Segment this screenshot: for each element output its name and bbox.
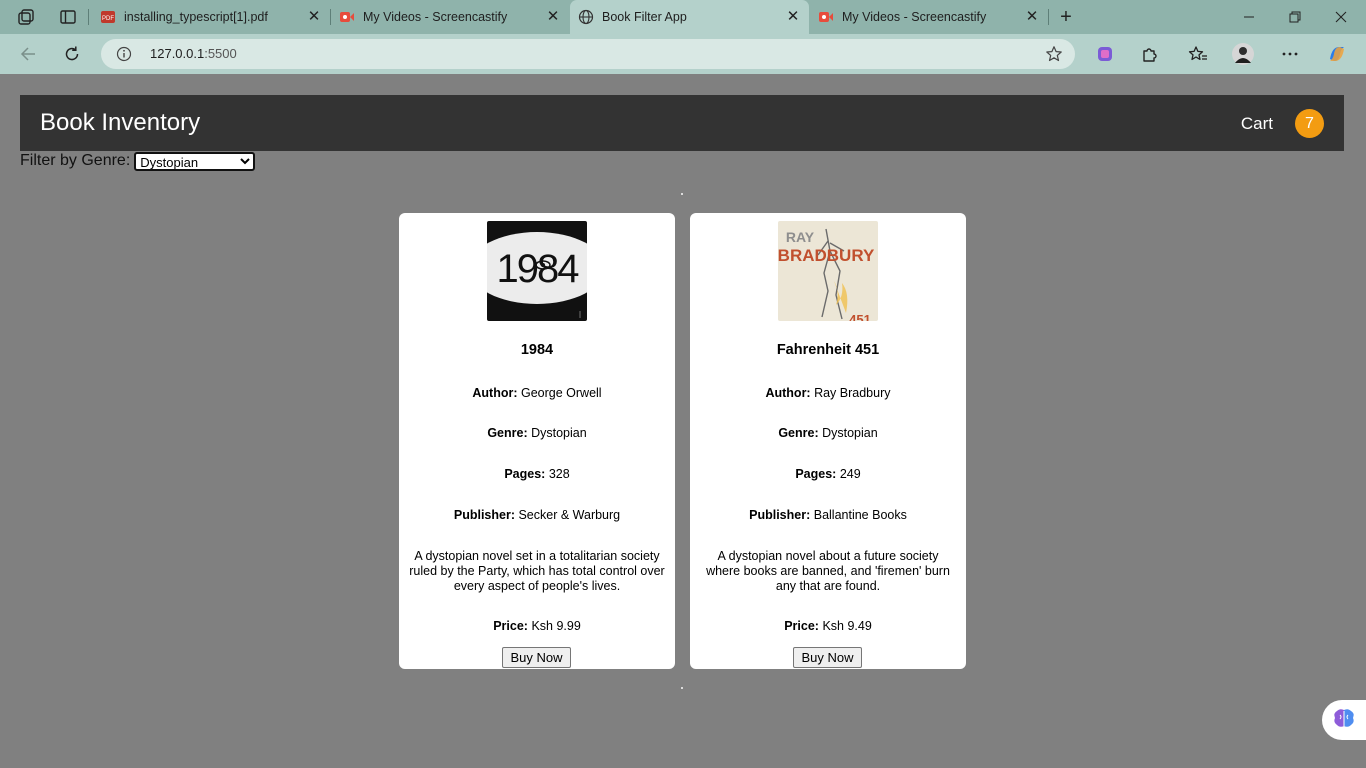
browser-tab-strip: PDF installing_typescript[1].pdf ✕ My Vi…: [0, 0, 1366, 34]
favorites-icon[interactable]: [1187, 43, 1209, 65]
copilot-icon[interactable]: [1326, 43, 1348, 65]
buy-now-button[interactable]: Buy Now: [502, 647, 571, 668]
author-value: Ray Bradbury: [814, 386, 891, 400]
genre-label: Genre:: [487, 426, 528, 440]
vertical-tabs-icon[interactable]: [57, 6, 79, 28]
book-author: Author: George Orwell: [399, 386, 675, 400]
book-cover-fahrenheit-451: RAY BRADBURY 451: [778, 221, 878, 321]
cover-number: 451: [849, 312, 871, 321]
buy-now-button[interactable]: Buy Now: [793, 647, 862, 668]
author-label: Author:: [765, 386, 811, 400]
publisher-value: Ballantine Books: [813, 508, 907, 522]
page-title: Book Inventory: [40, 109, 201, 136]
divider-dot: [681, 193, 683, 195]
restore-button[interactable]: [1272, 0, 1318, 34]
close-tab-icon[interactable]: ✕: [1024, 9, 1040, 25]
copilot-extension-icon[interactable]: [1094, 43, 1116, 65]
favorite-star-icon[interactable]: [1045, 45, 1063, 63]
author-value: George Orwell: [521, 386, 602, 400]
book-publisher: Publisher: Secker & Warburg: [399, 508, 675, 522]
minimize-button[interactable]: [1226, 0, 1272, 34]
close-tab-icon[interactable]: ✕: [545, 9, 561, 25]
site-info-icon[interactable]: [116, 46, 132, 62]
pages-value: 328: [548, 467, 570, 481]
copilot-sidebar-button[interactable]: [1322, 700, 1366, 740]
refresh-button[interactable]: [60, 42, 84, 66]
book-description: A dystopian novel about a future society…: [706, 549, 950, 593]
close-tab-icon[interactable]: ✕: [785, 9, 801, 25]
publisher-value: Secker & Warburg: [518, 508, 621, 522]
cover-title: 1984: [497, 247, 580, 291]
publisher-label: Publisher:: [453, 508, 515, 522]
genre-filter-label: Filter by Genre:: [20, 152, 131, 169]
divider-dot: [681, 687, 683, 689]
book-pages: Pages: 249: [690, 467, 966, 481]
tab-title: installing_typescript[1].pdf: [124, 10, 268, 24]
book-title: 1984: [520, 342, 554, 358]
url-text: 127.0.0.1:5500: [150, 46, 237, 61]
tab-separator: [1048, 9, 1049, 25]
genre-label: Genre:: [778, 426, 819, 440]
book-card: RAY BRADBURY 451 Fahrenheit 451 Author: …: [690, 213, 966, 669]
pages-label: Pages:: [504, 467, 546, 481]
publisher-label: Publisher:: [749, 508, 811, 522]
genre-select[interactable]: Dystopian: [134, 151, 256, 171]
tab-title: My Videos - Screencastify: [842, 10, 987, 24]
tab-screencastify[interactable]: My Videos - Screencastify ✕: [810, 0, 1048, 34]
cart-label[interactable]: Cart: [1241, 114, 1273, 134]
cover-author-first: RAY: [786, 229, 815, 245]
browser-toolbar: 127.0.0.1:5500: [0, 34, 1366, 74]
book-description: A dystopian novel set in a totalitarian …: [409, 549, 665, 593]
book-title: Fahrenheit 451: [776, 342, 880, 358]
tab-separator: [88, 9, 89, 25]
workspaces-icon[interactable]: [15, 6, 37, 28]
book-card: 1984 1984 Author: George Orwell Genre: D…: [399, 213, 675, 669]
author-label: Author:: [472, 386, 518, 400]
profile-avatar[interactable]: [1232, 43, 1254, 65]
genre-value: Dystopian: [531, 426, 587, 440]
screencastify-icon: [818, 10, 834, 24]
tab-screencastify[interactable]: My Videos - Screencastify ✕: [331, 0, 569, 34]
cover-author-last: BRADBURY: [778, 246, 875, 265]
book-publisher: Publisher: Ballantine Books: [690, 508, 966, 522]
new-tab-button[interactable]: +: [1055, 6, 1077, 28]
extensions-icon[interactable]: [1138, 43, 1160, 65]
book-cover-1984: 1984: [487, 221, 587, 321]
pdf-icon: PDF: [100, 10, 116, 24]
close-window-button[interactable]: [1318, 0, 1364, 34]
book-author: Author: Ray Bradbury: [690, 386, 966, 400]
genre-value: Dystopian: [822, 426, 878, 440]
close-tab-icon[interactable]: ✕: [306, 9, 322, 25]
url-port: :5500: [204, 46, 237, 61]
book-price: Price: Ksh 9.49: [690, 619, 966, 633]
brain-icon: [1332, 707, 1356, 734]
book-pages: Pages: 328: [399, 467, 675, 481]
globe-icon: [578, 9, 594, 25]
pages-value: 249: [839, 467, 861, 481]
genre-filter: Filter by Genre: Dystopian: [20, 151, 256, 171]
price-value: Ksh 9.99: [531, 619, 581, 633]
app-header: Book Inventory Cart 7: [20, 95, 1344, 151]
svg-text:PDF: PDF: [102, 16, 114, 22]
screencastify-icon: [339, 10, 355, 24]
cart-count-badge[interactable]: 7: [1295, 109, 1324, 138]
more-options-icon[interactable]: [1279, 43, 1301, 65]
price-label: Price:: [493, 619, 528, 633]
price-label: Price:: [784, 619, 819, 633]
page-content: Book Inventory Cart 7 Filter by Genre: D…: [0, 74, 1366, 768]
price-value: Ksh 9.49: [822, 619, 872, 633]
tab-title: My Videos - Screencastify: [363, 10, 508, 24]
url-host: 127.0.0.1: [150, 46, 205, 61]
tab-book-filter-app[interactable]: Book Filter App ✕: [570, 0, 809, 34]
book-genre: Genre: Dystopian: [399, 426, 675, 440]
back-button[interactable]: [16, 42, 40, 66]
book-price: Price: Ksh 9.99: [399, 619, 675, 633]
pages-label: Pages:: [795, 467, 837, 481]
address-bar[interactable]: 127.0.0.1:5500: [101, 39, 1075, 69]
book-genre: Genre: Dystopian: [690, 426, 966, 440]
tab-title: Book Filter App: [602, 10, 687, 24]
tab-pdf[interactable]: PDF installing_typescript[1].pdf ✕: [92, 0, 330, 34]
